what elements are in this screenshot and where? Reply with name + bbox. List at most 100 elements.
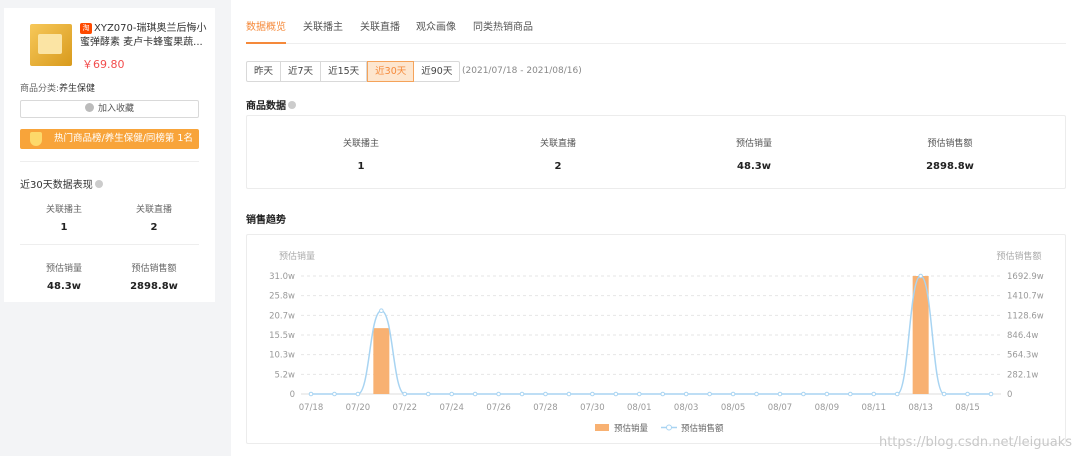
bar bbox=[912, 276, 929, 394]
plus-circle-icon bbox=[84, 103, 94, 112]
product-title[interactable]: XYZ070-瑞琪奥兰后悔小蜜弹酵素 麦卢卡蜂蜜果蔬... bbox=[80, 22, 210, 50]
revenue-point bbox=[496, 391, 501, 397]
recent-stat-revenue: 预估销售额 2898.8w bbox=[109, 261, 199, 292]
revenue-point bbox=[519, 391, 525, 397]
range-7d-button[interactable]: 近7天 bbox=[281, 61, 322, 82]
y-tick-right: 0 bbox=[1007, 390, 1012, 400]
revenue-point bbox=[965, 391, 970, 397]
revenue-point bbox=[543, 391, 548, 397]
metric-value: 2898.8w bbox=[926, 161, 974, 172]
recent-stat-anchors: 关联播主 1 bbox=[19, 202, 109, 233]
tab-related-lives[interactable]: 关联直播 bbox=[360, 18, 400, 44]
metric-value: 2 bbox=[554, 161, 562, 172]
category-label: 商品分类: bbox=[20, 84, 60, 94]
y-tick-left: 20.7w bbox=[269, 311, 295, 321]
stat-label: 预估销售额 bbox=[131, 264, 177, 274]
y-axis-left-title: 预估销量 bbox=[279, 250, 315, 262]
metric-anchors: 关联播主 1 bbox=[261, 136, 461, 172]
revenue-point bbox=[355, 391, 361, 397]
rank-banner[interactable]: 热门商品榜/养生保健/同榜第 1名 bbox=[20, 129, 199, 149]
tab-bar: 数据概览 关联播主 关联直播 观众画像 同类热销商品 bbox=[246, 18, 1066, 44]
revenue-point bbox=[777, 391, 783, 397]
stat-label: 预估销量 bbox=[45, 264, 82, 274]
revenue-point bbox=[566, 391, 572, 397]
y-tick-left: 15.5w bbox=[269, 331, 295, 341]
sales-trend-title: 销售趋势 bbox=[246, 215, 286, 226]
revenue-point bbox=[660, 391, 666, 397]
x-tick-label: 07/18 bbox=[299, 403, 324, 413]
revenue-point bbox=[988, 391, 994, 397]
metric-label: 预估销售额 bbox=[927, 139, 973, 149]
x-tick-label: 07/22 bbox=[393, 403, 418, 413]
metric-revenue: 预估销售额 2898.8w bbox=[850, 136, 1050, 172]
add-favorite-label: 加入收藏 bbox=[97, 104, 134, 114]
y-axis-right-title: 预估销售额 bbox=[996, 250, 1041, 262]
range-30d-button[interactable]: 近30天 bbox=[367, 61, 415, 82]
sales-trend-svg: 预估销量 预估销售额0 05.2w 282.1w10.3w 564.3w15.5w 846… bbox=[269, 250, 1044, 434]
category-value: 养生保健 bbox=[59, 84, 96, 94]
bar bbox=[373, 328, 390, 394]
x-tick-label: 08/13 bbox=[908, 403, 933, 413]
main-panel: 数据概览 关联播主 关联直播 观众画像 同类热销商品 昨天 近7天 近15天 近… bbox=[231, 0, 1080, 456]
x-tick-label: 07/28 bbox=[533, 403, 558, 413]
watermark: https://blog.csdn.net/leiguaks bbox=[878, 435, 1072, 450]
product-thumbnail[interactable] bbox=[30, 24, 72, 66]
product-category: 商品分类:养生保健 bbox=[20, 81, 95, 94]
x-tick-label: 08/05 bbox=[721, 403, 746, 413]
product-panel: 淘 XYZ070-瑞琪奥兰后悔小蜜弹酵素 麦卢卡蜂蜜果蔬... ￥69.80 商… bbox=[4, 8, 215, 302]
y-tick-right: 1692.9w bbox=[1007, 272, 1044, 282]
divider bbox=[20, 161, 199, 162]
revenue-point bbox=[683, 391, 689, 397]
x-tick-label: 08/01 bbox=[627, 403, 652, 413]
tab-audience[interactable]: 观众画像 bbox=[416, 18, 456, 44]
y-tick-left: 25.8w bbox=[269, 292, 295, 302]
help-icon[interactable] bbox=[288, 101, 296, 109]
x-tick-label: 08/07 bbox=[768, 403, 793, 413]
legend-bar-label: 预估销量 bbox=[614, 423, 649, 434]
stat-value: 2898.8w bbox=[130, 281, 178, 292]
recent-stat-lives: 关联直播 2 bbox=[109, 202, 199, 233]
tab-similar-products[interactable]: 同类热销商品 bbox=[473, 18, 533, 44]
legend-line-label: 预估销售额 bbox=[681, 423, 724, 434]
range-90d-button[interactable]: 近90天 bbox=[414, 61, 461, 82]
x-tick-label: 08/09 bbox=[815, 403, 840, 413]
stat-value: 48.3w bbox=[47, 281, 81, 292]
help-icon[interactable] bbox=[94, 180, 103, 188]
revenue-point bbox=[871, 391, 877, 397]
product-price: ￥69.80 bbox=[82, 58, 125, 71]
tab-overview[interactable]: 数据概览 bbox=[246, 18, 286, 44]
x-tick-label: 08/03 bbox=[674, 403, 699, 413]
y-tick-left: 10.3w bbox=[269, 351, 295, 361]
range-yesterday-button[interactable]: 昨天 bbox=[246, 61, 282, 82]
y-tick-right: 1410.7w bbox=[1007, 292, 1044, 302]
metric-label: 预估销量 bbox=[735, 139, 772, 149]
x-tick-label: 07/30 bbox=[580, 403, 605, 413]
metric-value: 48.3w bbox=[737, 161, 771, 172]
revenue-point bbox=[449, 391, 454, 397]
range-15d-button[interactable]: 近15天 bbox=[321, 61, 368, 82]
stat-value: 2 bbox=[150, 222, 158, 233]
y-tick-right: 846.4w bbox=[1007, 331, 1038, 341]
metric-label: 关联直播 bbox=[539, 139, 576, 149]
revenue-point bbox=[941, 391, 947, 397]
x-tick-label: 08/11 bbox=[862, 403, 887, 413]
sales-trend-chart: 预估销量 预估销售额 0 0 5.2w 282.1w 10.3w 564.3w 15.5w 846… bbox=[246, 234, 1066, 444]
metric-sales: 预估销量 48.3w bbox=[654, 136, 854, 172]
tab-related-anchors[interactable]: 关联播主 bbox=[303, 18, 343, 44]
stat-label: 关联直播 bbox=[135, 205, 172, 215]
revenue-point bbox=[824, 391, 830, 397]
revenue-point bbox=[730, 391, 736, 397]
add-favorite-button[interactable]: 加入收藏 bbox=[20, 100, 199, 118]
date-range-text: (2021/07/18 - 2021/08/16) bbox=[462, 66, 582, 76]
revenue-point bbox=[707, 391, 712, 397]
goods-data-title-text: 商品数据 bbox=[246, 101, 286, 112]
metric-lives: 关联直播 2 bbox=[458, 136, 658, 172]
y-tick-right: 564.3w bbox=[1007, 351, 1038, 361]
revenue-point bbox=[472, 391, 478, 397]
revenue-point bbox=[613, 391, 619, 397]
trophy-icon bbox=[30, 132, 42, 146]
revenue-point bbox=[332, 391, 337, 397]
revenue-point bbox=[894, 391, 900, 397]
stat-value: 1 bbox=[60, 222, 68, 233]
goods-metrics-card: 关联播主 1 关联直播 2 预估销量 48.3w 预估销售额 2898.8w bbox=[246, 115, 1066, 189]
